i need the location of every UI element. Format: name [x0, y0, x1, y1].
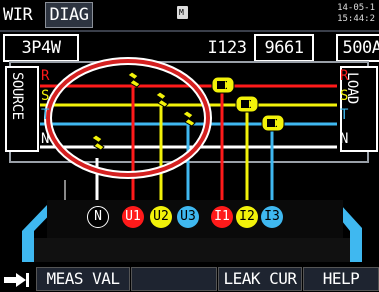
- terminal-i2: I2: [236, 206, 258, 228]
- source-label: SOURCE: [5, 66, 39, 152]
- wiring-diagram: [9, 57, 369, 262]
- softkey-blank[interactable]: [131, 267, 217, 291]
- terminal-i1: I1: [211, 206, 233, 228]
- wire-label-t-left: T: [41, 107, 50, 123]
- voltage-clips: [91, 71, 196, 151]
- terminal-u2: U2: [150, 206, 172, 228]
- instrument-base: [34, 238, 350, 262]
- softkey-help[interactable]: HELP: [303, 267, 379, 291]
- wire-label-r-right: R: [340, 68, 349, 84]
- terminal-i3: I3: [261, 206, 283, 228]
- wire-label-s-left: S: [41, 88, 50, 104]
- wire-label-r-left: R: [41, 68, 50, 84]
- highlight-ring: [46, 59, 210, 177]
- wire-label-n-right: N: [340, 131, 349, 147]
- softkey-meas-val[interactable]: MEAS VAL: [36, 267, 130, 291]
- terminal-u3: U3: [177, 206, 199, 228]
- wire-label-t-right: T: [340, 107, 349, 123]
- softkey-leak-cur[interactable]: LEAK CUR: [218, 267, 302, 291]
- terminal-n: N: [87, 206, 109, 228]
- wire-label-n-left: N: [41, 131, 50, 147]
- wire-label-s-right: S: [340, 88, 349, 104]
- enter-arrow-icon: [2, 270, 32, 288]
- terminal-u1: U1: [122, 206, 144, 228]
